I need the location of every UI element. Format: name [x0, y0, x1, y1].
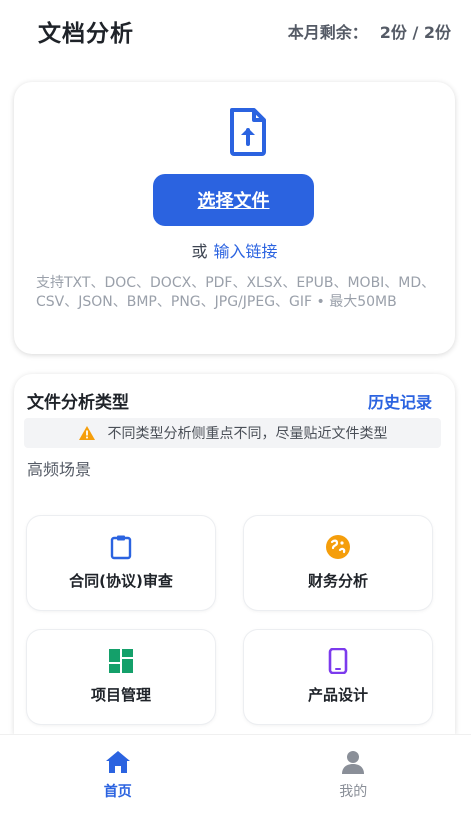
- analysis-type-project[interactable]: 项目管理: [27, 630, 215, 724]
- tip-text: 不同类型分析侧重点不同，尽量贴近文件类型: [107, 426, 388, 442]
- quota-label: 本月剩余：: [287, 23, 368, 42]
- or-text: 或: [191, 242, 208, 261]
- or-input-link-row: 或输入链接: [14, 238, 455, 262]
- analysis-type-header: 文件分析类型 历史记录: [27, 388, 442, 414]
- nav-home[interactable]: 首页: [0, 735, 236, 814]
- clipboard-icon: [110, 535, 132, 560]
- tip-banner: 不同类型分析侧重点不同，尽量贴近文件类型: [24, 418, 441, 448]
- header: 文档分析 本月剩余： 2份 / 2份: [0, 0, 471, 62]
- home-icon: [105, 751, 130, 773]
- upload-card: 选择文件 或输入链接 支持TXT、DOC、DOCX、PDF、XLSX、EPUB、…: [14, 82, 455, 354]
- app-root: 文档分析 本月剩余： 2份 / 2份 选择文件 或输入链接 支持TXT、DOC、D…: [0, 0, 471, 814]
- file-upload-icon: [230, 108, 266, 156]
- history-link[interactable]: 历史记录: [368, 389, 432, 413]
- page-title: 文档分析: [38, 21, 134, 47]
- analysis-type-label: 产品设计: [307, 686, 368, 704]
- quota-info: 本月剩余： 2份 / 2份: [288, 19, 451, 43]
- coin-icon: [326, 535, 350, 559]
- warning-icon: [78, 426, 95, 440]
- analysis-type-contract[interactable]: 合同(协议)审查: [27, 516, 215, 610]
- scene-label: 高频场景: [27, 460, 92, 479]
- analysis-type-label: 项目管理: [90, 686, 151, 704]
- choose-file-button[interactable]: 选择文件: [153, 174, 314, 226]
- nav-home-label: 首页: [103, 784, 132, 800]
- phone-icon: [328, 648, 348, 674]
- analysis-type-finance[interactable]: 财务分析: [244, 516, 432, 610]
- analysis-type-title: 文件分析类型: [27, 393, 129, 413]
- quota-value: 2份 / 2份: [379, 23, 451, 42]
- nav-mine-label: 我的: [339, 784, 368, 800]
- nav-mine[interactable]: 我的: [236, 735, 471, 814]
- analysis-type-label: 财务分析: [307, 572, 368, 590]
- input-link[interactable]: 输入链接: [214, 242, 278, 261]
- user-icon: [342, 751, 365, 774]
- dashboard-icon: [109, 649, 133, 673]
- analysis-type-product[interactable]: 产品设计: [244, 630, 432, 724]
- analysis-type-card: 文件分析类型 历史记录 不同类型分析侧重点不同，尽量贴近文件类型 高频场景 合同…: [14, 374, 455, 734]
- analysis-type-label: 合同(协议)审查: [69, 572, 173, 590]
- supported-formats-text: 支持TXT、DOC、DOCX、PDF、XLSX、EPUB、MOBI、MD、CSV…: [36, 275, 436, 310]
- bottom-nav: 首页 我的: [0, 734, 471, 814]
